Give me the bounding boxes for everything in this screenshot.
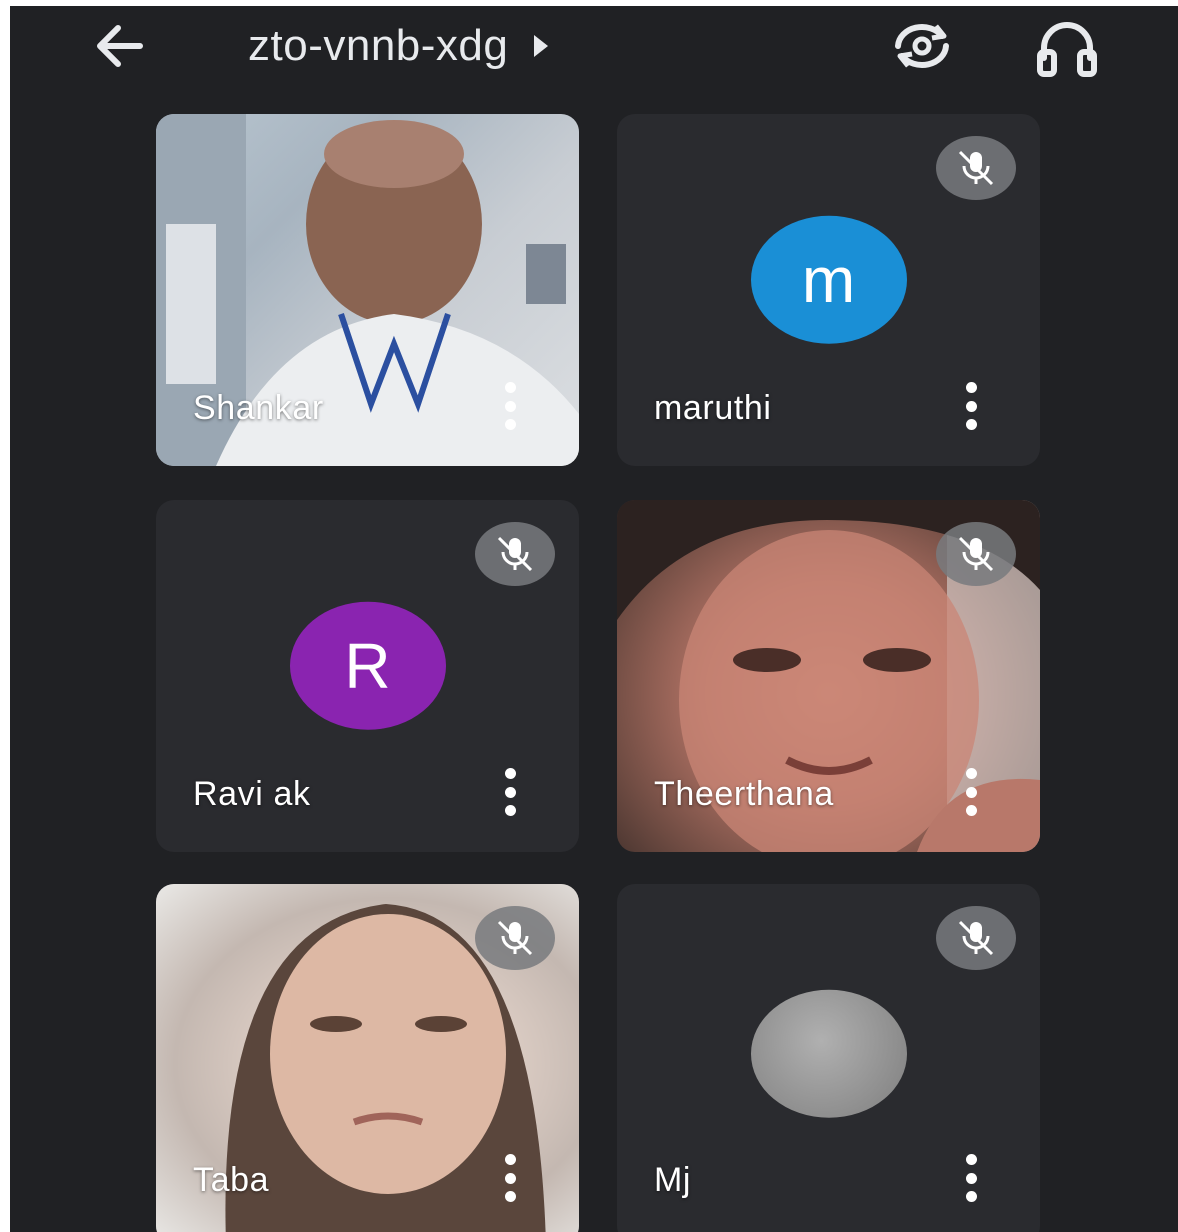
top-bar: zto-vnnb-xdg [10, 6, 1178, 86]
avatar-letter: R [344, 629, 391, 702]
participant-name: Taba [193, 1161, 270, 1199]
participant-name: Theerthana [654, 775, 834, 813]
participant-tile-ravi-ak[interactable]: R Ravi ak [156, 500, 579, 852]
dot [965, 382, 977, 393]
participant-name: Shankar [193, 389, 324, 427]
dot [504, 768, 516, 779]
avatar: R [289, 601, 446, 730]
dot [504, 805, 516, 816]
dot [504, 1172, 516, 1184]
dot [965, 419, 977, 430]
participant-tile-mj[interactable]: Mj [617, 884, 1040, 1232]
mic-off-icon [958, 536, 994, 572]
mic-off-icon [958, 150, 994, 186]
avatar-letter: m [801, 243, 856, 316]
dot [504, 400, 516, 412]
dot [965, 400, 977, 412]
dot [504, 1191, 516, 1202]
meeting-code-button[interactable]: zto-vnnb-xdg [248, 16, 549, 76]
participant-tile-maruthi[interactable]: m maruthi [617, 114, 1040, 466]
meeting-code: zto-vnnb-xdg [248, 21, 509, 70]
participant-tile-taba[interactable]: Taba [156, 884, 579, 1232]
dot [965, 1154, 977, 1165]
participant-name: maruthi [654, 389, 772, 427]
dot [965, 1172, 977, 1184]
camera-switch-icon [895, 24, 949, 68]
dot [504, 419, 516, 430]
dot [504, 786, 516, 798]
participant-name: Mj [654, 1161, 692, 1199]
more-options-button[interactable] [958, 1154, 984, 1202]
more-options-button[interactable] [958, 382, 984, 430]
more-options-button[interactable] [958, 768, 984, 816]
headphones-icon [1037, 22, 1097, 77]
meet-call-screen: zto-vnnb-xdg Shankar m maruthi R Ravi ak… [10, 6, 1178, 1232]
dot [504, 382, 516, 393]
mic-off-badge [936, 522, 1016, 586]
avatar: m [750, 215, 907, 344]
dot [965, 768, 977, 779]
mic-off-icon [497, 920, 533, 956]
mic-off-badge [475, 906, 555, 970]
back-button[interactable] [88, 18, 148, 74]
participant-tile-theerthana[interactable]: Theerthana [617, 500, 1040, 852]
dot [965, 1191, 977, 1202]
more-options-button[interactable] [497, 1154, 523, 1202]
dot [504, 1154, 516, 1165]
dot [965, 786, 977, 798]
caret-right-icon [534, 35, 549, 57]
mic-off-badge [475, 522, 555, 586]
dot [965, 805, 977, 816]
arrow-left-icon [97, 25, 143, 67]
mic-off-badge [936, 906, 1016, 970]
switch-camera-button[interactable] [886, 16, 958, 76]
participant-tile-shankar[interactable]: Shankar [156, 114, 579, 466]
participant-name: Ravi ak [193, 775, 311, 813]
mic-off-icon [497, 536, 533, 572]
mic-off-icon [958, 920, 994, 956]
mic-off-badge [936, 136, 1016, 200]
audio-output-button[interactable] [1032, 18, 1102, 78]
avatar [750, 989, 907, 1118]
more-options-button[interactable] [497, 382, 523, 430]
more-options-button[interactable] [497, 768, 523, 816]
